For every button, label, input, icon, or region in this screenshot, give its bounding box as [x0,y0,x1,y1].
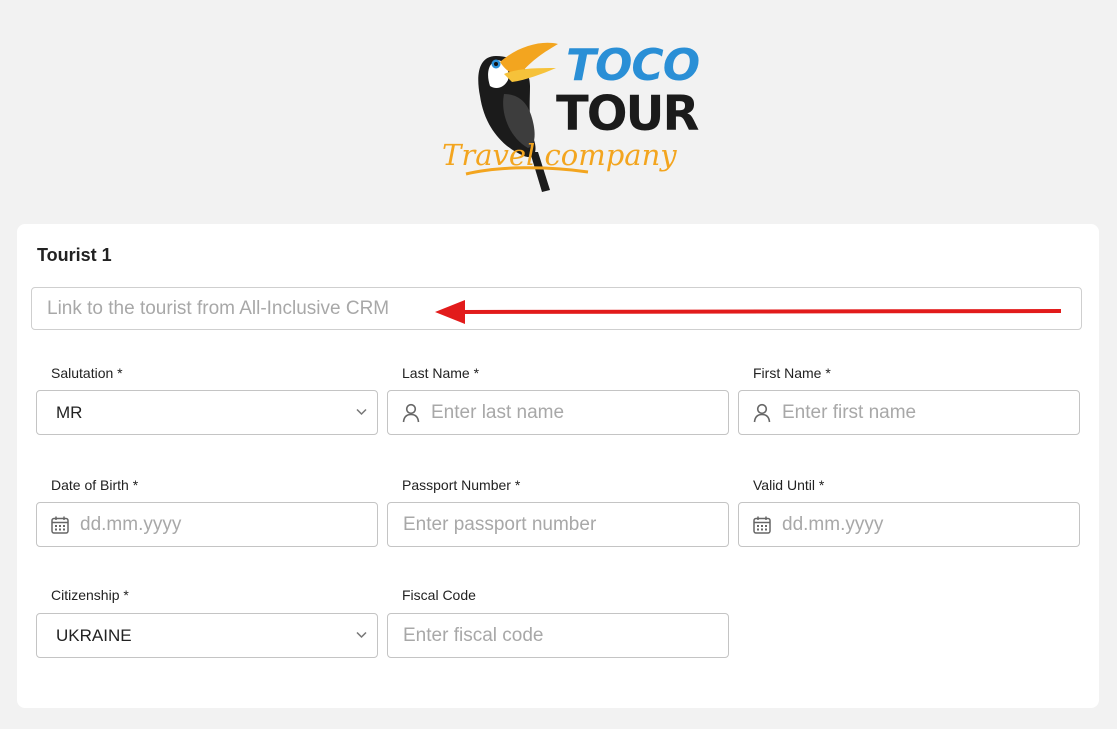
logo-line-2: TOUR [556,86,699,142]
dob-label: Date of Birth * [51,477,139,493]
tourist-card: Tourist 1 Salutation * Last Name * First… [17,224,1099,708]
fiscal-code-field[interactable] [387,613,729,658]
first-name-field[interactable] [738,390,1080,435]
last-name-field[interactable] [387,390,729,435]
user-icon [402,403,420,423]
first-name-label: First Name * [753,365,831,381]
chevron-down-icon [356,631,367,639]
dob-input[interactable] [80,514,360,536]
valid-until-input[interactable] [782,514,1062,536]
logo-line-1: TOCO [566,40,700,91]
citizenship-select[interactable]: UKRAINE [36,613,378,658]
salutation-label: Salutation * [51,365,123,381]
chevron-down-icon [356,408,367,416]
citizenship-value: UKRAINE [56,626,132,645]
valid-until-field[interactable] [738,502,1080,547]
salutation-select[interactable]: MR [36,390,378,435]
citizenship-label: Citizenship * [51,587,129,603]
passport-field[interactable] [387,502,729,547]
fiscal-code-input[interactable] [403,625,683,647]
crm-link-input[interactable] [47,298,447,320]
last-name-input[interactable] [431,402,711,424]
calendar-icon [753,516,771,534]
calendar-icon [51,516,69,534]
red-arrow-annotation [435,300,1062,324]
user-icon [753,403,771,423]
salutation-value: MR [56,403,83,422]
fiscal-code-label: Fiscal Code [402,587,476,603]
logo-tagline: Travel company [442,138,677,172]
passport-label: Passport Number * [402,477,521,493]
first-name-input[interactable] [782,402,1062,424]
toco-tour-logo: TOCO TOUR Travel company [438,34,700,200]
dob-field[interactable] [36,502,378,547]
crm-link-field[interactable] [31,287,1082,330]
passport-input[interactable] [403,514,683,536]
last-name-label: Last Name * [402,365,480,381]
valid-until-label: Valid Until * [753,477,825,493]
card-title: Tourist 1 [37,245,112,265]
